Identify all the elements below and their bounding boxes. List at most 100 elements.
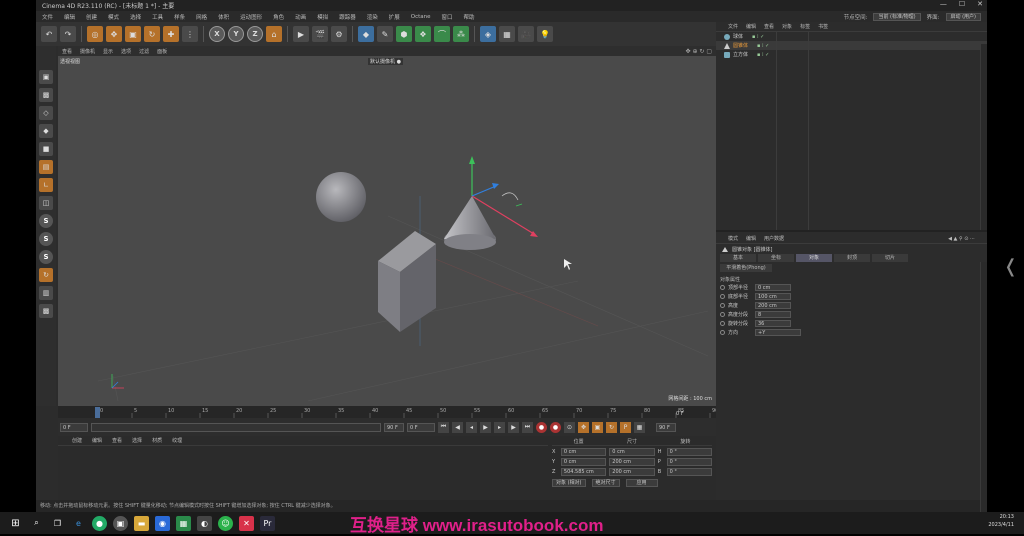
viewport-nav-icon[interactable]: ✥ ⊕ ↻ ▢ xyxy=(686,48,712,55)
next-key-icon[interactable]: ▶ xyxy=(508,421,519,433)
tweak-icon[interactable]: ◫ xyxy=(39,196,53,210)
live-select-icon[interactable]: ◎ xyxy=(87,26,103,42)
attr-menu-mode[interactable]: 模式 xyxy=(728,235,738,242)
y-axis-lock-button[interactable]: Y xyxy=(228,26,244,42)
subtab-basic[interactable]: 基本 xyxy=(720,254,756,262)
menu-help[interactable]: 帮助 xyxy=(464,13,475,21)
menu-spline[interactable]: 样条 xyxy=(174,13,185,21)
menu-octane[interactable]: Octane xyxy=(411,14,431,20)
z-axis-lock-button[interactable]: Z xyxy=(247,26,263,42)
render-picture-viewer-icon[interactable]: 🎬 xyxy=(312,26,328,42)
animate-radio-icon[interactable] xyxy=(720,303,725,308)
excel-icon[interactable]: ▦ xyxy=(176,515,191,531)
goto-end-icon[interactable]: ⏭ xyxy=(522,421,533,433)
animate-radio-icon[interactable] xyxy=(720,285,725,290)
object-menu-tags[interactable]: 标签 xyxy=(800,23,810,30)
menu-mograph[interactable]: 运动图形 xyxy=(240,13,262,21)
undo-button[interactable]: ↶ xyxy=(41,26,57,42)
animate-radio-icon[interactable] xyxy=(720,330,725,335)
snap-icon[interactable]: S xyxy=(39,214,53,228)
size-y-field[interactable]: 200 cm xyxy=(609,458,655,466)
subtab-slice[interactable]: 切片 xyxy=(872,254,908,262)
visibility-check-icon[interactable]: ▪ ⁞ ✓ xyxy=(752,34,764,40)
side-chevron-icon[interactable]: ❬ xyxy=(1003,256,1018,277)
edges-mode-icon[interactable]: ◆ xyxy=(39,124,53,138)
key-rotation-icon[interactable]: ↻ xyxy=(606,421,617,433)
material-menu-edit[interactable]: 编辑 xyxy=(92,437,102,444)
chrome-icon[interactable]: ● xyxy=(92,515,107,531)
timeline-ruler[interactable]: 0510152025303540455055606570758085900 F xyxy=(58,406,718,418)
play-icon[interactable]: ▶ xyxy=(480,421,491,433)
mograph-icon[interactable]: ⁂ xyxy=(453,26,469,42)
attr-nav-icon[interactable]: ◀ ▲ ⚲ ⊙ ⋯ xyxy=(948,236,975,242)
subtab-phong[interactable]: 平滑着色(Phong) xyxy=(720,264,772,272)
material-menu-create[interactable]: 创建 xyxy=(72,437,82,444)
goto-start-icon[interactable]: ⏮ xyxy=(438,421,449,433)
viewport-menu-options[interactable]: 选项 xyxy=(121,48,131,55)
object-menu-bookmarks[interactable]: 书签 xyxy=(818,23,828,30)
end-frame-field[interactable]: 90 F xyxy=(656,422,676,432)
light-icon[interactable]: 💡 xyxy=(537,26,553,42)
attr-menu-userdata[interactable]: 用户数据 xyxy=(764,235,784,242)
viewport-menu-filter[interactable]: 过滤 xyxy=(139,48,149,55)
animate-radio-icon[interactable] xyxy=(720,312,725,317)
attribute-scrollbar[interactable] xyxy=(980,262,987,512)
layout-select[interactable]: 启动 (用户) xyxy=(945,12,981,21)
cube-object[interactable] xyxy=(378,231,436,332)
polygons-mode-icon[interactable]: ■ xyxy=(39,142,53,156)
top-radius-field[interactable]: 0 cm xyxy=(755,284,791,291)
key-pla-icon[interactable]: ▦ xyxy=(634,421,645,433)
workplane-icon[interactable]: ↻ xyxy=(39,268,53,282)
object-menu-objects[interactable]: 对象 xyxy=(782,23,792,30)
auto-key-icon[interactable]: ● xyxy=(550,421,561,433)
field-icon[interactable]: ◈ xyxy=(480,26,496,42)
size-z-field[interactable]: 200 cm xyxy=(609,468,655,476)
position-x-field[interactable]: 0 cm xyxy=(560,448,607,456)
move-icon[interactable]: ✥ xyxy=(106,26,122,42)
size-x-field[interactable]: 0 cm xyxy=(609,448,655,456)
app-blue-icon[interactable]: ◉ xyxy=(155,515,170,531)
keyframe-selection-icon[interactable]: ⊙ xyxy=(564,421,575,433)
menu-mesh[interactable]: 网格 xyxy=(196,13,207,21)
cinema4d-icon[interactable]: ◐ xyxy=(197,515,212,531)
viewport-menu-view[interactable]: 查看 xyxy=(62,48,72,55)
key-scale-icon[interactable]: ▣ xyxy=(592,421,603,433)
current-frame-field[interactable]: 0 F xyxy=(407,422,435,432)
key-param-icon[interactable]: P xyxy=(620,421,631,433)
height-field[interactable]: 200 cm xyxy=(755,302,791,309)
material-menu-select[interactable]: 选择 xyxy=(132,437,142,444)
close-button[interactable]: ✕ xyxy=(977,0,983,8)
redo-button[interactable]: ↷ xyxy=(60,26,76,42)
menu-tools[interactable]: 工具 xyxy=(152,13,163,21)
menu-character[interactable]: 角色 xyxy=(273,13,284,21)
playhead[interactable] xyxy=(95,407,100,418)
render-view-icon[interactable]: ▶ xyxy=(293,26,309,42)
menu-render[interactable]: 渲染 xyxy=(367,13,378,21)
maximize-button[interactable]: ☐ xyxy=(959,0,965,8)
start-frame-field[interactable]: 0 F xyxy=(60,422,88,432)
bottom-radius-field[interactable]: 100 cm xyxy=(755,293,791,300)
object-menu-view[interactable]: 查看 xyxy=(764,23,774,30)
object-menu-file[interactable]: 文件 xyxy=(728,23,738,30)
menu-tracker[interactable]: 跟踪器 xyxy=(339,13,356,21)
last-tool-icon[interactable]: ✚ xyxy=(163,26,179,42)
menu-select[interactable]: 选择 xyxy=(130,13,141,21)
pen-icon[interactable]: ✎ xyxy=(377,26,393,42)
task-view-icon[interactable]: ❐ xyxy=(50,516,65,531)
menu-file[interactable]: 文件 xyxy=(42,13,53,21)
sphere-object[interactable] xyxy=(316,172,366,222)
viewport-menu-display[interactable]: 显示 xyxy=(103,48,113,55)
rotation-h-field[interactable]: 0 ° xyxy=(666,448,712,456)
edge-icon[interactable]: e xyxy=(71,516,86,531)
subtab-object[interactable]: 对象 xyxy=(796,254,832,262)
size-mode-select[interactable]: 绝对尺寸 xyxy=(591,479,620,487)
locked-workplane-icon[interactable]: ▥ xyxy=(39,286,53,300)
cone-object[interactable] xyxy=(444,196,496,250)
points-mode-icon[interactable]: ◇ xyxy=(39,106,53,120)
object-row[interactable]: 圆锥体 ▪ ⁞ ✓ xyxy=(716,41,987,50)
minimize-button[interactable]: — xyxy=(940,0,947,8)
object-menu-edit[interactable]: 编辑 xyxy=(746,23,756,30)
prev-key-icon[interactable]: ◀ xyxy=(452,421,463,433)
subdivision-icon[interactable]: ⬢ xyxy=(396,26,412,42)
material-menu-texture[interactable]: 纹理 xyxy=(172,437,182,444)
